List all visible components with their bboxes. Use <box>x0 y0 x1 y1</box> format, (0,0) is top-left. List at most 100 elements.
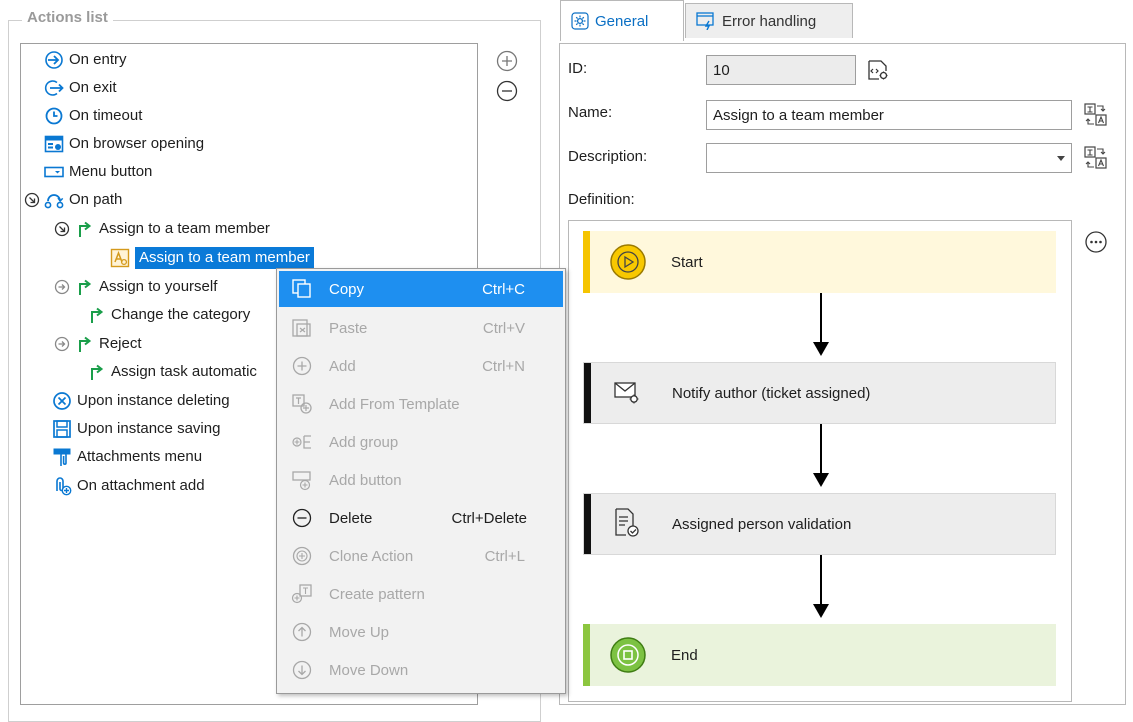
flow-step-notify-author[interactable]: Notify author (ticket assigned) <box>583 362 1056 424</box>
clone-icon <box>287 545 317 567</box>
tree-item-label: On browser opening <box>69 135 205 152</box>
play-icon <box>609 243 647 285</box>
menu-item-label: Clone Action <box>329 547 414 565</box>
tree-item-on-entry[interactable]: On entry <box>44 47 127 73</box>
tree-item-upon-instance-saving[interactable]: Upon instance saving <box>52 416 220 442</box>
tree-item-label: Upon instance saving <box>77 420 221 437</box>
arrow-down-icon <box>813 473 829 487</box>
tree-item-path-assign-yourself[interactable]: Assign to yourself <box>54 274 217 300</box>
gear-icon <box>571 12 589 30</box>
menu-button-icon <box>44 162 64 182</box>
tree-item-path-assign-auto[interactable]: Assign task automatic <box>86 359 257 385</box>
menu-item-label: Paste <box>329 319 368 337</box>
collapse-icon[interactable] <box>24 192 40 208</box>
flow-step-validation[interactable]: Assigned person validation <box>583 493 1056 555</box>
tree-item-on-exit[interactable]: On exit <box>44 75 117 101</box>
tree-item-path-reject[interactable]: Reject <box>54 331 142 357</box>
path-branch-icon <box>74 277 94 297</box>
move-up-icon <box>287 621 317 643</box>
actions-list-title: Actions list <box>22 9 113 26</box>
menu-item-label: Add button <box>329 471 402 489</box>
tree-item-label: Attachments menu <box>77 448 203 465</box>
menu-item-shortcut: Ctrl+V <box>482 319 525 337</box>
tree-item-path-assign-team[interactable]: Assign to a team member <box>54 216 270 242</box>
flow-step-end[interactable]: End <box>583 624 1056 686</box>
menu-item-label: Move Up <box>329 623 390 641</box>
menu-item-label: Add group <box>329 433 399 451</box>
menu-item-paste[interactable]: Paste Ctrl+V <box>279 310 563 346</box>
tree-item-label: On exit <box>69 79 117 96</box>
menu-item-add-button[interactable]: Add button <box>279 462 563 498</box>
tab-error-handling[interactable]: Error handling <box>685 3 853 38</box>
menu-item-label: Add <box>329 357 356 375</box>
menu-item-add[interactable]: Add Ctrl+N <box>279 348 563 384</box>
tree-item-label: Change the category <box>111 306 251 323</box>
chevron-down-icon[interactable] <box>1057 156 1065 161</box>
id-settings-icon[interactable] <box>866 58 890 86</box>
step-label: Notify author (ticket assigned) <box>672 384 871 402</box>
description-select[interactable] <box>706 143 1072 173</box>
plus-circle-icon <box>496 50 518 72</box>
collapse-icon[interactable] <box>54 221 70 237</box>
description-label: Description: <box>568 148 648 165</box>
step-label: Start <box>671 253 703 271</box>
translate-icon[interactable] <box>1084 145 1108 175</box>
add-group-icon <box>287 431 317 453</box>
tree-item-on-attachment-add[interactable]: On attachment add <box>52 473 205 499</box>
clock-icon <box>44 106 64 126</box>
tab-general[interactable]: General <box>560 0 684 41</box>
remove-action-button[interactable] <box>496 80 518 102</box>
expand-icon[interactable] <box>54 279 70 295</box>
name-input[interactable]: Assign to a team member <box>706 100 1072 130</box>
document-check-icon <box>614 508 640 542</box>
tree-item-on-browser-opening[interactable]: On browser opening <box>44 131 204 157</box>
tree-item-label: On entry <box>69 51 127 68</box>
tree-item-menu-button[interactable]: Menu button <box>44 159 152 185</box>
menu-item-shortcut: Ctrl+N <box>482 357 525 375</box>
tree-item-upon-instance-deleting[interactable]: Upon instance deleting <box>52 388 230 414</box>
name-value: Assign to a team member <box>713 106 884 124</box>
menu-item-delete[interactable]: Delete Ctrl+Delete <box>279 500 563 536</box>
tree-item-label: On timeout <box>69 107 143 124</box>
menu-item-create-pattern[interactable]: Create pattern <box>279 576 563 612</box>
expand-icon[interactable] <box>54 336 70 352</box>
menu-item-add-from-template[interactable]: Add From Template <box>279 386 563 422</box>
browser-icon <box>44 134 64 154</box>
menu-item-move-down[interactable]: Move Down <box>279 652 563 688</box>
context-menu: Copy Ctrl+C Paste Ctrl+V Add Ctrl+N Add … <box>276 268 566 694</box>
tree-item-label: Reject <box>99 335 142 352</box>
menu-item-add-group[interactable]: Add group <box>279 424 563 460</box>
menu-item-copy[interactable]: Copy Ctrl+C <box>279 271 563 307</box>
id-label: ID: <box>568 60 588 77</box>
menu-item-move-up[interactable]: Move Up <box>279 614 563 650</box>
tree-item-label: Assign to a team member <box>99 220 270 237</box>
stop-icon <box>609 636 647 678</box>
menu-item-shortcut: Ctrl+C <box>482 280 525 298</box>
path-branch-icon <box>86 305 106 325</box>
flow-connector <box>820 424 822 474</box>
flow-connector <box>820 555 822 605</box>
add-action-button[interactable] <box>496 50 518 72</box>
more-options-icon[interactable] <box>1084 230 1108 258</box>
path-icon <box>44 190 64 210</box>
tree-item-on-timeout[interactable]: On timeout <box>44 103 142 129</box>
flow-step-start[interactable]: Start <box>583 231 1056 293</box>
save-icon <box>52 419 72 439</box>
attachment-add-icon <box>52 476 72 496</box>
menu-item-clone-action[interactable]: Clone Action Ctrl+L <box>279 538 563 574</box>
tree-item-attachments-menu[interactable]: Attachments menu <box>52 444 202 470</box>
delete-circle-icon <box>52 391 72 411</box>
translate-icon[interactable] <box>1084 102 1108 132</box>
paste-icon <box>287 317 317 339</box>
definition-label: Definition: <box>568 191 635 208</box>
tab-label: General <box>595 12 649 30</box>
action-icon <box>110 248 130 268</box>
arrow-down-icon <box>813 342 829 356</box>
flow-connector <box>820 293 822 343</box>
path-branch-icon <box>74 334 94 354</box>
pattern-icon <box>287 583 317 605</box>
tree-item-path-change-category[interactable]: Change the category <box>86 302 250 328</box>
add-icon <box>287 355 317 377</box>
step-label: Assigned person validation <box>672 515 852 533</box>
tree-item-on-path[interactable]: On path <box>24 187 122 213</box>
